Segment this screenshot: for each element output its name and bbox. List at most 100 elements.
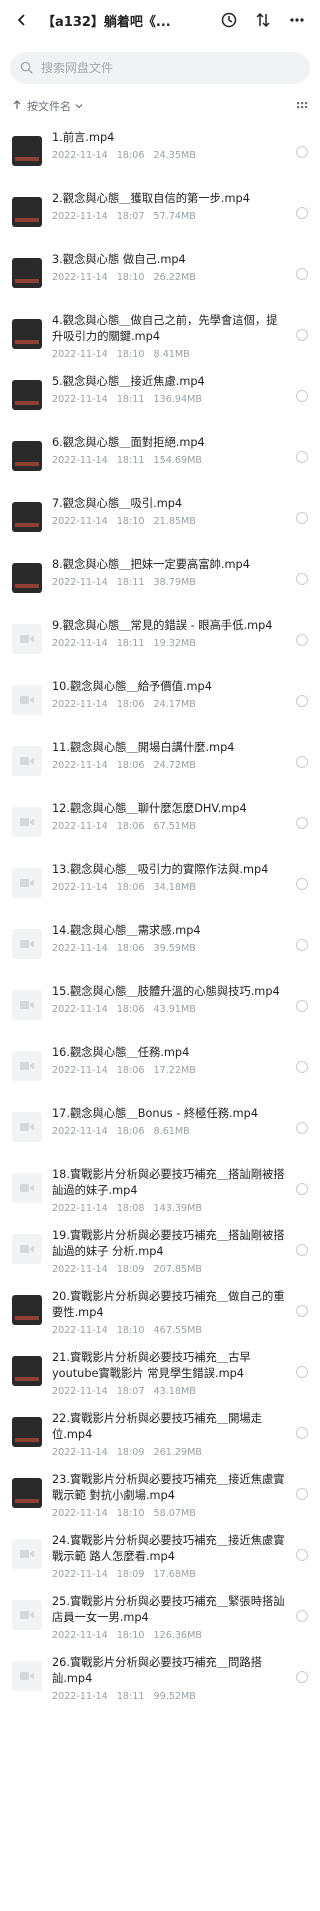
file-row[interactable]: 9.觀念與心態＿常見的錯誤 - 眼高手低.mp4 2022-11-14 18:1…	[0, 610, 320, 671]
file-details: 2022-11-14 18:06 39.59MB	[52, 943, 288, 954]
chevron-down-icon[interactable]	[75, 100, 83, 113]
file-meta: 20.實戰影片分析與必要技巧補充＿做自己的重要性.mp4 2022-11-14 …	[52, 1289, 288, 1336]
file-row[interactable]: 3.觀念與心態 做自己.mp4 2022-11-14 18:10 26.22MB	[0, 244, 320, 305]
file-thumbnail	[12, 1417, 42, 1447]
search-bar[interactable]	[10, 52, 310, 84]
file-row[interactable]: 23.實戰影片分析與必要技巧補充＿接近焦慮實戰示範 對抗小劇場.mp4 2022…	[0, 1464, 320, 1525]
back-icon[interactable]	[10, 8, 34, 32]
file-row[interactable]: 2.觀念與心態＿獲取自信的第一步.mp4 2022-11-14 18:07 57…	[0, 183, 320, 244]
file-date: 2022-11-14	[52, 943, 108, 954]
file-row[interactable]: 10.觀念與心態＿給予價值.mp4 2022-11-14 18:06 24.17…	[0, 671, 320, 732]
file-size: 8.61MB	[153, 1126, 190, 1137]
select-radio[interactable]	[296, 1122, 308, 1134]
file-date: 2022-11-14	[52, 1447, 108, 1458]
file-size: 136.94MB	[153, 394, 202, 405]
file-row[interactable]: 15.觀念與心態＿肢體升溫的心態與技巧.mp4 2022-11-14 18:06…	[0, 976, 320, 1037]
file-row[interactable]: 26.實戰影片分析與必要技巧補充＿問路搭訕.mp4 2022-11-14 18:…	[0, 1647, 320, 1708]
file-row[interactable]: 18.實戰影片分析與必要技巧補充＿搭訕剛被搭訕過的妹子.mp4 2022-11-…	[0, 1159, 320, 1220]
sort-arrow-icon[interactable]	[12, 99, 22, 113]
select-radio[interactable]	[296, 451, 308, 463]
file-meta: 2.觀念與心態＿獲取自信的第一步.mp4 2022-11-14 18:07 57…	[52, 191, 288, 222]
file-name: 9.觀念與心態＿常見的錯誤 - 眼高手低.mp4	[52, 619, 273, 632]
file-date: 2022-11-14	[52, 1004, 108, 1015]
select-radio[interactable]	[296, 1610, 308, 1622]
file-details: 2022-11-14 18:10 21.85MB	[52, 516, 288, 527]
select-radio[interactable]	[296, 1000, 308, 1012]
file-row[interactable]: 4.觀念與心態＿做自己之前，先學會這個，提升吸引力的關鍵.mp4 2022-11…	[0, 305, 320, 366]
select-radio[interactable]	[296, 1488, 308, 1500]
select-radio[interactable]	[296, 146, 308, 158]
select-radio[interactable]	[296, 1183, 308, 1195]
file-details: 2022-11-14 18:11 154.69MB	[52, 455, 288, 466]
select-radio[interactable]	[296, 756, 308, 768]
file-row[interactable]: 16.觀念與心態＿任務.mp4 2022-11-14 18:06 17.22MB	[0, 1037, 320, 1098]
file-size: 38.79MB	[153, 577, 196, 588]
file-row[interactable]: 7.觀念與心態＿吸引.mp4 2022-11-14 18:10 21.85MB	[0, 488, 320, 549]
file-size: 17.68MB	[153, 1569, 196, 1580]
more-icon[interactable]	[284, 7, 310, 33]
file-name: 15.觀念與心態＿肢體升溫的心態與技巧.mp4	[52, 985, 280, 998]
select-radio[interactable]	[296, 268, 308, 280]
file-time: 18:10	[116, 349, 145, 360]
file-meta: 8.觀念與心態＿把妹一定要高富帥.mp4 2022-11-14 18:11 38…	[52, 557, 288, 588]
file-row[interactable]: 22.實戰影片分析與必要技巧補充＿開場走位.mp4 2022-11-14 18:…	[0, 1403, 320, 1464]
select-radio[interactable]	[296, 878, 308, 890]
select-radio[interactable]	[296, 1244, 308, 1256]
file-row[interactable]: 24.實戰影片分析與必要技巧補充＿接近焦慮實戰示範 路人怎麼看.mp4 2022…	[0, 1525, 320, 1586]
select-radio[interactable]	[296, 329, 308, 341]
file-row[interactable]: 17.觀念與心態＿Bonus - 終極任務.mp4 2022-11-14 18:…	[0, 1098, 320, 1159]
file-row[interactable]: 11.觀念與心態＿開場白講什麼.mp4 2022-11-14 18:06 24.…	[0, 732, 320, 793]
file-date: 2022-11-14	[52, 211, 108, 222]
select-radio[interactable]	[296, 695, 308, 707]
select-radio[interactable]	[296, 1427, 308, 1439]
file-row[interactable]: 8.觀念與心態＿把妹一定要高富帥.mp4 2022-11-14 18:11 38…	[0, 549, 320, 610]
select-radio[interactable]	[296, 207, 308, 219]
grid-view-icon[interactable]	[296, 99, 308, 114]
select-radio[interactable]	[296, 512, 308, 524]
select-radio[interactable]	[296, 1305, 308, 1317]
select-radio[interactable]	[296, 634, 308, 646]
file-name: 7.觀念與心態＿吸引.mp4	[52, 497, 183, 510]
select-radio[interactable]	[296, 1061, 308, 1073]
select-radio[interactable]	[296, 573, 308, 585]
file-row[interactable]: 12.觀念與心態＿聊什麼怎麼DHV.mp4 2022-11-14 18:06 6…	[0, 793, 320, 854]
history-icon[interactable]	[216, 7, 242, 33]
sort-label[interactable]: 按文件名	[27, 98, 71, 114]
file-row[interactable]: 13.觀念與心態＿吸引力的實際作法與.mp4 2022-11-14 18:06 …	[0, 854, 320, 915]
video-file-icon	[12, 807, 42, 837]
video-file-icon	[12, 990, 42, 1020]
search-input[interactable]	[39, 60, 263, 76]
file-row[interactable]: 21.實戰影片分析與必要技巧補充＿古早youtube實戰影片 常見學生錯誤.mp…	[0, 1342, 320, 1403]
file-date: 2022-11-14	[52, 394, 108, 405]
select-radio[interactable]	[296, 817, 308, 829]
file-name: 17.觀念與心態＿Bonus - 終極任務.mp4	[52, 1107, 259, 1120]
select-radio[interactable]	[296, 1671, 308, 1683]
file-row[interactable]: 1.前言.mp4 2022-11-14 18:06 24.35MB	[0, 122, 320, 183]
video-file-icon	[12, 1539, 42, 1569]
select-radio[interactable]	[296, 1549, 308, 1561]
file-size: 126.36MB	[153, 1630, 202, 1641]
file-size: 24.17MB	[153, 699, 196, 710]
select-radio[interactable]	[296, 390, 308, 402]
file-thumbnail	[12, 380, 42, 410]
select-radio[interactable]	[296, 939, 308, 951]
video-file-icon	[12, 1600, 42, 1630]
file-row[interactable]: 20.實戰影片分析與必要技巧補充＿做自己的重要性.mp4 2022-11-14 …	[0, 1281, 320, 1342]
file-details: 2022-11-14 18:10 26.22MB	[52, 272, 288, 283]
sort-order-icon[interactable]	[250, 7, 276, 33]
select-radio[interactable]	[296, 1366, 308, 1378]
file-name: 22.實戰影片分析與必要技巧補充＿開場走位.mp4	[52, 1412, 263, 1441]
file-meta: 7.觀念與心態＿吸引.mp4 2022-11-14 18:10 21.85MB	[52, 496, 288, 527]
file-thumbnail	[12, 1295, 42, 1325]
file-row[interactable]: 6.觀念與心態＿面對拒絕.mp4 2022-11-14 18:11 154.69…	[0, 427, 320, 488]
file-row[interactable]: 14.觀念與心態＿需求感.mp4 2022-11-14 18:06 39.59M…	[0, 915, 320, 976]
file-thumbnail	[12, 1356, 42, 1386]
file-name: 16.觀念與心態＿任務.mp4	[52, 1046, 190, 1059]
file-size: 207.85MB	[153, 1264, 202, 1275]
file-name: 2.觀念與心態＿獲取自信的第一步.mp4	[52, 192, 250, 205]
file-thumbnail	[12, 258, 42, 288]
file-size: 8.41MB	[153, 349, 190, 360]
file-row[interactable]: 19.實戰影片分析與必要技巧補充＿搭訕剛被搭訕過的妹子 分析.mp4 2022-…	[0, 1220, 320, 1281]
file-row[interactable]: 5.觀念與心態＿接近焦慮.mp4 2022-11-14 18:11 136.94…	[0, 366, 320, 427]
file-row[interactable]: 25.實戰影片分析與必要技巧補充＿緊張時搭訕店員一女一男.mp4 2022-11…	[0, 1586, 320, 1647]
